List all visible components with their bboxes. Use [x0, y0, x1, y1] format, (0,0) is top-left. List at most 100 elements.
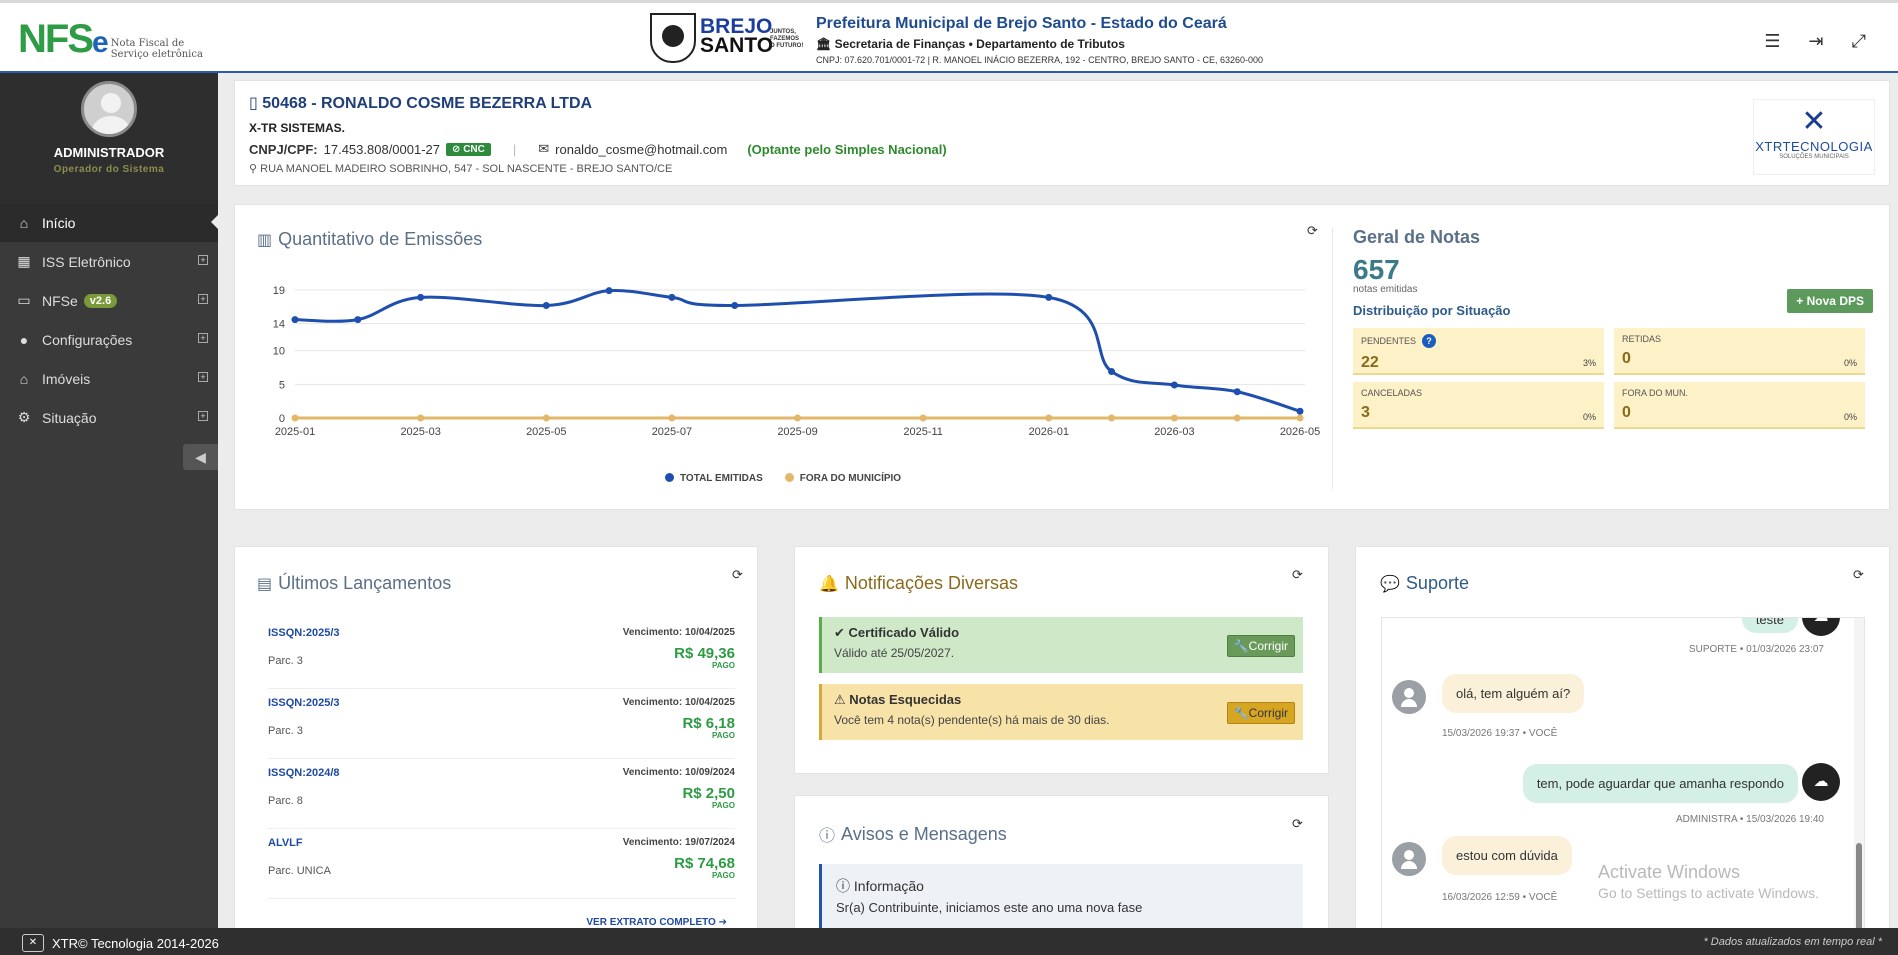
- home-icon: ⌂: [19, 214, 29, 231]
- collapse-sidebar-button[interactable]: ◀: [183, 444, 218, 470]
- map-marker-icon: ⚲: [249, 163, 258, 175]
- data-point: [291, 316, 299, 324]
- ver-extrato-link[interactable]: VER EXTRATO COMPLETO ➔: [586, 917, 727, 928]
- lanc-valor: R$ 74,68: [674, 855, 735, 872]
- scrollbar-thumb[interactable]: [1856, 843, 1862, 933]
- stat-pct: 3%: [1582, 358, 1596, 368]
- chat-meta: ADMINISTRA • 15/03/2026 19:40: [1675, 814, 1824, 825]
- watermark-line2: Go to Settings to activate Windows.: [1598, 885, 1819, 901]
- building-icon: ▯: [249, 95, 258, 112]
- ver-extrato-label: VER EXTRATO COMPLETO: [586, 917, 716, 928]
- list-item[interactable]: ISSQN:2025/3 Parc. 3 Vencimento: 10/04/2…: [268, 689, 735, 759]
- lanc-code[interactable]: ISSQN:2024/8: [268, 767, 340, 779]
- avisos-panel: ⓘ Avisos e Mensagens ⟳ ⓘ Informação Sr(a)…: [794, 795, 1329, 935]
- data-point: [605, 287, 613, 295]
- geral-notas: Geral de Notas 657 notas emitidas + Nova…: [1353, 227, 1873, 429]
- sidebar-item-inicio[interactable]: ⌂ Início: [0, 203, 218, 242]
- version-badge: v2.6: [83, 293, 118, 308]
- chat-message: estou com dúvida: [1442, 836, 1572, 875]
- emissoes-title-text: Quantitativo de Emissões: [278, 229, 483, 249]
- company-email: ronaldo_cosme@hotmail.com: [555, 141, 728, 157]
- esq-text: Você tem 4 nota(s) pendente(s) há mais d…: [834, 713, 1110, 727]
- sidebar-item-configuracoes[interactable]: ● Configurações +: [0, 320, 218, 359]
- list-item[interactable]: ISSQN:2024/8 Parc. 8 Vencimento: 10/09/2…: [268, 759, 735, 829]
- stat-fora-mun[interactable]: FORA DO MUN. 0 0%: [1614, 382, 1865, 429]
- avisos-title-text: Avisos e Mensagens: [841, 823, 1007, 844]
- cnpj-label: CNPJ/CPF:: [249, 141, 318, 157]
- sidebar-item-label: Situação: [42, 409, 97, 426]
- y-tick-label: 10: [273, 346, 285, 358]
- corrigir-cert-button[interactable]: 🔧Corrigir: [1226, 635, 1295, 657]
- refresh-icon[interactable]: ⟳: [1307, 223, 1318, 239]
- esq-title-text: Notas Esquecidas: [849, 692, 962, 707]
- data-point: [794, 414, 801, 422]
- notificacoes-panel: 🔔 Notificações Diversas ⟳ ✔ Certificado V…: [794, 546, 1329, 774]
- data-point: [417, 293, 425, 301]
- y-tick-label: 0: [279, 413, 285, 425]
- tag-line1: JUNTOS,: [770, 29, 796, 35]
- refresh-icon[interactable]: ⟳: [732, 567, 743, 583]
- refresh-icon[interactable]: ⟳: [1292, 567, 1303, 583]
- aviso-info-title-text: Informação: [853, 878, 924, 894]
- lanc-venc: Vencimento: 10/04/2025: [622, 627, 735, 638]
- list-item[interactable]: ALVLF Parc. UNICA Vencimento: 19/07/2024…: [268, 829, 735, 899]
- lanc-venc: Vencimento: 10/09/2024: [622, 767, 735, 778]
- fullscreen-icon[interactable]: ⤢: [1852, 31, 1866, 52]
- legend-item-fora[interactable]: FORA DO MUNICÍPIO: [784, 473, 902, 484]
- wrench-icon: 🔧: [1233, 706, 1249, 720]
- xtr-logo: ✕ XTRTECNOLOGIA SOLUÇÕES MUNICIPAIS: [1753, 99, 1875, 175]
- chat-text: olá, tem alguém aí?: [1456, 686, 1571, 701]
- cert-title-text: Certificado Válido: [848, 625, 960, 640]
- geral-title: Geral de Notas: [1353, 227, 1481, 247]
- avatar[interactable]: [81, 81, 137, 137]
- emissoes-panel: ▥ Quantitativo de Emissões ⟳ 0 5 10 14 19 2025…: [234, 204, 1890, 510]
- stat-pendentes[interactable]: PENDENTES? 22 3%: [1353, 328, 1604, 375]
- stat-label: RETIDAS: [1622, 334, 1662, 344]
- footer-copyright: XTR© Tecnologia 2014-2026: [52, 935, 219, 951]
- help-icon[interactable]: ?: [1422, 334, 1437, 348]
- nfse-logo[interactable]: NFSe Nota Fiscal de Serviço eletrônica: [18, 19, 203, 63]
- stat-canceladas[interactable]: CANCELADAS 3 0%: [1353, 382, 1604, 429]
- sidebar-item-iss[interactable]: ▦ ISS Eletrônico +: [0, 242, 218, 281]
- suporte-title: 💬 Suporte: [1380, 573, 1469, 594]
- stat-retidas[interactable]: RETIDAS 0 0%: [1614, 328, 1865, 375]
- lanc-code[interactable]: ISSQN:2025/3: [268, 627, 340, 639]
- lanc-code[interactable]: ALVLF: [268, 837, 303, 849]
- stat-value: 0: [1622, 350, 1631, 367]
- support-avatar-icon: ☁: [1802, 763, 1840, 801]
- logout-icon[interactable]: ⇥: [1809, 31, 1824, 52]
- company-panel: ▯ 50468 - RONALDO COSME BEZERRA LTDA X-T…: [234, 80, 1890, 186]
- nova-dps-button[interactable]: + Nova DPS: [1787, 289, 1873, 313]
- data-point: [1045, 414, 1053, 422]
- footer-left: ✕ XTR© Tecnologia 2014-2026: [22, 934, 219, 952]
- data-point: [354, 316, 362, 324]
- legend-label: FORA DO MUNICÍPIO: [799, 473, 902, 484]
- menu-icon[interactable]: ☰: [1764, 31, 1780, 52]
- chat-scrollbar[interactable]: [1854, 618, 1864, 934]
- corrigir-label: Corrigir: [1248, 639, 1288, 653]
- sidebar-item-situacao[interactable]: ⚙ Situação +: [0, 398, 218, 437]
- separator: |: [512, 141, 517, 157]
- envelope-icon: ✉: [538, 141, 550, 156]
- company-address: ⚲ RUA MANOEL MADEIRO SOBRINHO, 547 - SOL…: [249, 162, 1875, 175]
- lanc-valor: R$ 2,50: [682, 785, 735, 802]
- sidebar-item-imoveis[interactable]: ⌂ Imóveis +: [0, 359, 218, 398]
- x-tick-label: 2026-03: [1154, 426, 1194, 438]
- list-item[interactable]: ISSQN:2025/3 Parc. 3 Vencimento: 10/04/2…: [268, 619, 735, 689]
- lanc-parc: Parc. 3: [268, 655, 303, 667]
- legend-item-total[interactable]: TOTAL EMITIDAS: [665, 473, 763, 484]
- lancamentos-title-text: Últimos Lançamentos: [278, 573, 452, 593]
- warning-icon: ⚠: [834, 692, 846, 707]
- xtr-logo-text: XTRTECNOLOGIA: [1755, 139, 1873, 154]
- x-tick-label: 2025-01: [275, 426, 315, 438]
- lanc-valor: R$ 6,18: [682, 715, 735, 732]
- refresh-icon[interactable]: ⟳: [1853, 567, 1864, 583]
- refresh-icon[interactable]: ⟳: [1292, 816, 1303, 832]
- avisos-title: ⓘ Avisos e Mensagens: [819, 822, 1007, 846]
- logo-nfs-text: NFS: [18, 17, 94, 61]
- sidebar-item-nfse[interactable]: ▭ NFSe v2.6 +: [0, 281, 218, 320]
- chat-message: olá, tem alguém aí?: [1442, 674, 1585, 713]
- comments-icon: 💬: [1380, 575, 1400, 593]
- corrigir-notas-button[interactable]: 🔧Corrigir: [1226, 702, 1295, 724]
- lanc-code[interactable]: ISSQN:2025/3: [268, 697, 340, 709]
